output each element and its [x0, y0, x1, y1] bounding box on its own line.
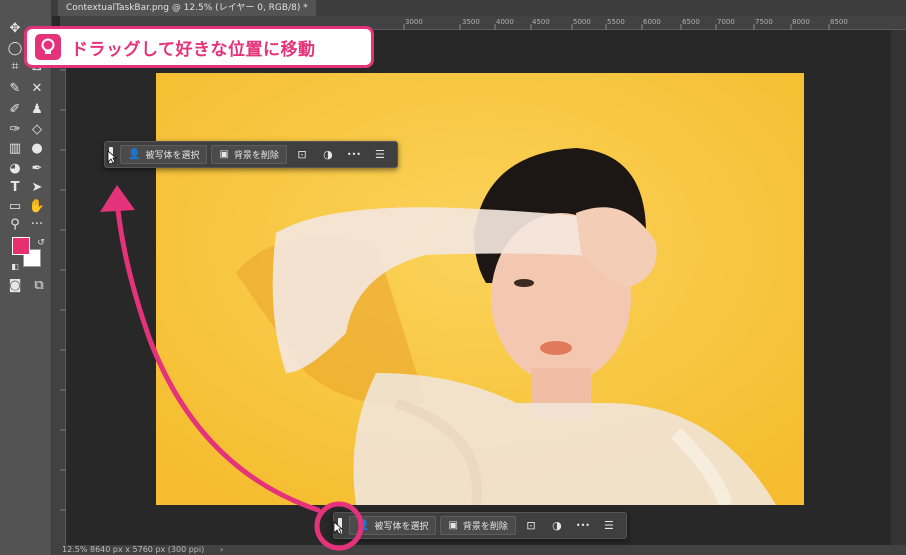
mouse-cursor-icon: [333, 521, 343, 535]
instruction-callout: ドラッグして好きな位置に移動: [24, 26, 374, 68]
drag-arrow-head-icon: [100, 185, 135, 212]
lightbulb-icon: [35, 34, 61, 60]
foreground-color-swatch[interactable]: [12, 237, 30, 255]
drag-arrow-path: [115, 207, 321, 513]
callout-text: ドラッグして好きな位置に移動: [71, 39, 316, 60]
annotation-overlay: [100, 185, 364, 551]
